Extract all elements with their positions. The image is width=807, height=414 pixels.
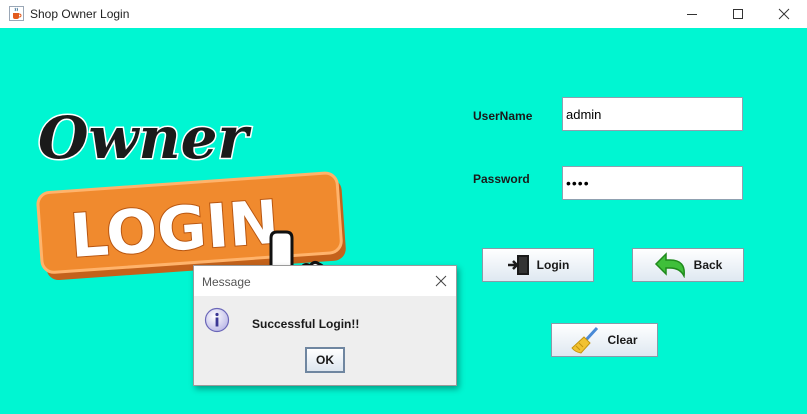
dialog-message: Successful Login!! [252,317,360,331]
username-label: UserName [473,109,533,123]
clear-button[interactable]: Clear [551,323,658,357]
door-enter-icon [507,254,531,276]
close-button[interactable] [761,0,807,28]
message-dialog: Message Successful Login!! OK [193,265,457,386]
maximize-icon [733,9,743,19]
ok-button[interactable]: OK [305,347,345,373]
close-icon[interactable] [434,274,448,288]
java-cup-icon [9,6,24,21]
maximize-button[interactable] [715,0,761,28]
broom-icon [571,326,601,354]
minimize-icon [687,14,697,15]
window-title: Shop Owner Login [30,7,130,21]
title-bar: Shop Owner Login [0,0,807,28]
password-label: Password [473,172,530,186]
minimize-button[interactable] [669,0,715,28]
clear-button-label: Clear [607,333,638,347]
username-input[interactable] [562,97,743,131]
info-icon [204,307,230,333]
dialog-title-bar: Message [194,266,456,296]
dialog-title: Message [202,275,251,289]
logo-owner-text: Owner [38,104,253,172]
back-button-label: Back [693,258,723,272]
logo-login-text: LOGIN [68,188,281,272]
password-input[interactable] [562,166,743,200]
back-arrow-icon [654,252,688,278]
close-icon [778,8,790,20]
login-button-label: Login [536,258,570,272]
back-button[interactable]: Back [632,248,744,282]
login-button[interactable]: Login [482,248,594,282]
